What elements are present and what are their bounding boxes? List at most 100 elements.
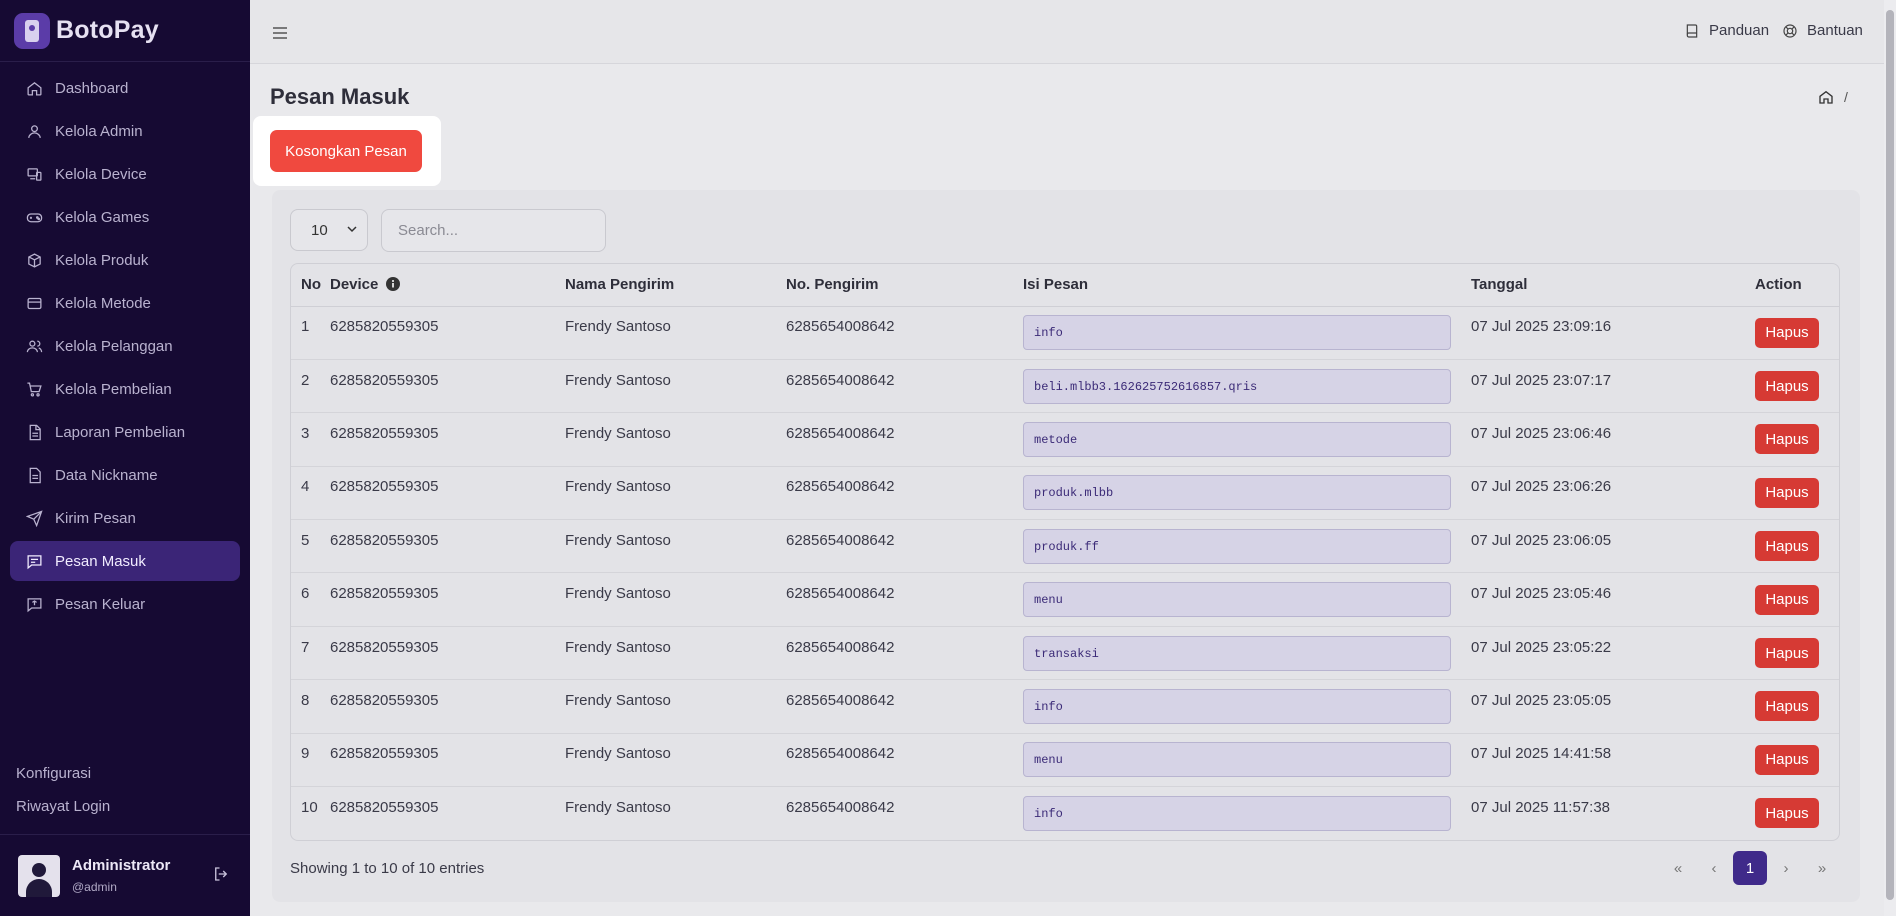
table-row: 7 6285820559305 Frendy Santoso 628565400864… bbox=[291, 626, 1839, 681]
cell-no: 6 bbox=[291, 572, 330, 627]
pager-prev[interactable]: ‹ bbox=[1697, 851, 1731, 885]
sidebar-item-label: Kelola Produk bbox=[55, 251, 149, 269]
sender-name: Frendy Santoso bbox=[565, 638, 671, 656]
pager-first[interactable]: « bbox=[1661, 851, 1695, 885]
cell-action: Hapus bbox=[1755, 679, 1839, 734]
konfigurasi-link[interactable]: Konfigurasi bbox=[16, 764, 110, 797]
hapus-button[interactable]: Hapus bbox=[1755, 638, 1819, 669]
brand-logo-icon bbox=[14, 12, 50, 49]
avatar[interactable] bbox=[18, 854, 60, 897]
sender-number: 6285654008642 bbox=[786, 798, 895, 816]
logout-icon[interactable] bbox=[212, 865, 230, 883]
home-icon[interactable] bbox=[1818, 89, 1834, 105]
info-icon[interactable] bbox=[386, 277, 401, 292]
credit-card-icon bbox=[27, 297, 42, 309]
col-nama-pengirim[interactable]: Nama Pengirim bbox=[565, 264, 786, 307]
sender-number: 6285654008642 bbox=[786, 424, 895, 442]
sidebar-item-kelola-metode[interactable]: Kelola Metode bbox=[10, 283, 240, 323]
pager-current[interactable]: 1 bbox=[1733, 851, 1767, 885]
device-number: 6285820559305 bbox=[330, 798, 439, 816]
kosongkan-pesan-button[interactable]: Kosongkan Pesan bbox=[270, 130, 422, 172]
cell-nomor: 6285654008642 bbox=[786, 412, 1023, 467]
row-number: 8 bbox=[301, 691, 310, 709]
panduan-link[interactable]: Panduan bbox=[1684, 22, 1769, 39]
sidebar-item-kelola-games[interactable]: Kelola Games bbox=[10, 197, 240, 237]
sidebar-item-kirim-pesan[interactable]: Kirim Pesan bbox=[10, 498, 240, 538]
cell-action: Hapus bbox=[1755, 306, 1839, 360]
pager-next[interactable]: › bbox=[1769, 851, 1803, 885]
sender-name: Frendy Santoso bbox=[565, 371, 671, 389]
cell-nomor: 6285654008642 bbox=[786, 519, 1023, 574]
cell-tanggal: 07 Jul 2025 23:06:26 bbox=[1471, 466, 1755, 521]
col-no-pengirim[interactable]: No. Pengirim bbox=[786, 264, 1023, 307]
hapus-button[interactable]: Hapus bbox=[1755, 798, 1819, 829]
page-length-select[interactable]: 10 bbox=[290, 209, 368, 251]
sender-number: 6285654008642 bbox=[786, 531, 895, 549]
sidebar-item-pesan-keluar[interactable]: Pesan Keluar bbox=[10, 584, 240, 624]
cell-tanggal: 07 Jul 2025 23:06:46 bbox=[1471, 412, 1755, 467]
message-date: 07 Jul 2025 11:57:38 bbox=[1471, 798, 1611, 816]
user-handle: @admin bbox=[72, 880, 117, 894]
sidebar-item-data-nickname[interactable]: Data Nickname bbox=[10, 455, 240, 495]
sidebar-item-kelola-pembelian[interactable]: Kelola Pembelian bbox=[10, 369, 240, 409]
sidebar-item-kelola-pelanggan[interactable]: Kelola Pelanggan bbox=[10, 326, 240, 366]
cell-device: 6285820559305 bbox=[330, 626, 565, 681]
search-input[interactable] bbox=[381, 209, 606, 252]
document-icon bbox=[29, 467, 41, 483]
table-row: 1 6285820559305 Frendy Santoso 628565400864… bbox=[291, 306, 1839, 360]
menu-toggle-icon[interactable] bbox=[272, 26, 288, 40]
row-number: 10 bbox=[301, 798, 318, 816]
cell-device: 6285820559305 bbox=[330, 412, 565, 467]
col-isi-pesan[interactable]: Isi Pesan bbox=[1023, 264, 1471, 307]
cell-nomor: 6285654008642 bbox=[786, 572, 1023, 627]
table-row: 6 6285820559305 Frendy Santoso 628565400864… bbox=[291, 572, 1839, 627]
cell-no: 3 bbox=[291, 412, 330, 467]
sidebar-item-laporan-pembelian[interactable]: Laporan Pembelian bbox=[10, 412, 240, 452]
hapus-button[interactable]: Hapus bbox=[1755, 424, 1819, 455]
cell-device: 6285820559305 bbox=[330, 519, 565, 574]
hapus-button[interactable]: Hapus bbox=[1755, 371, 1819, 402]
hapus-button[interactable]: Hapus bbox=[1755, 584, 1819, 615]
bantuan-link[interactable]: Bantuan bbox=[1782, 22, 1863, 39]
chevron-down-icon bbox=[347, 226, 357, 233]
sidebar-item-label: Dashboard bbox=[55, 79, 129, 97]
col-no[interactable]: No bbox=[291, 264, 330, 307]
col-device-label: Device bbox=[330, 276, 379, 294]
riwayat-login-link[interactable]: Riwayat Login bbox=[16, 797, 110, 830]
scrollbar-thumb[interactable] bbox=[1886, 10, 1894, 900]
sender-name: Frendy Santoso bbox=[565, 478, 671, 496]
hapus-button[interactable]: Hapus bbox=[1755, 317, 1819, 348]
sidebar-item-label: Kelola Pembelian bbox=[55, 380, 172, 398]
sidebar-item-kelola-device[interactable]: Kelola Device bbox=[10, 154, 240, 194]
cart-icon bbox=[27, 381, 42, 397]
sender-name: Frendy Santoso bbox=[565, 691, 671, 709]
cell-nama: Frendy Santoso bbox=[565, 572, 786, 627]
brand[interactable]: BotoPay bbox=[0, 0, 250, 62]
cell-action: Hapus bbox=[1755, 626, 1839, 681]
sidebar-item-kelola-produk[interactable]: Kelola Produk bbox=[10, 240, 240, 280]
message-date: 07 Jul 2025 23:05:46 bbox=[1471, 585, 1612, 603]
device-number: 6285820559305 bbox=[330, 585, 439, 603]
sender-name: Frendy Santoso bbox=[565, 585, 671, 603]
table-header-row: No Device Nama Pengirim No. Pengirim Isi… bbox=[291, 264, 1839, 307]
col-tanggal[interactable]: Tanggal bbox=[1471, 264, 1755, 307]
hapus-button[interactable]: Hapus bbox=[1755, 744, 1819, 775]
message-date: 07 Jul 2025 23:06:05 bbox=[1471, 531, 1612, 549]
cell-isi: metode bbox=[1023, 412, 1471, 467]
col-device[interactable]: Device bbox=[330, 264, 565, 307]
sidebar-item-dashboard[interactable]: Dashboard bbox=[10, 68, 240, 108]
cell-nama: Frendy Santoso bbox=[565, 466, 786, 521]
cell-nama: Frendy Santoso bbox=[565, 679, 786, 734]
bantuan-label: Bantuan bbox=[1807, 22, 1863, 39]
sidebar-item-kelola-admin[interactable]: Kelola Admin bbox=[10, 111, 240, 151]
hapus-button[interactable]: Hapus bbox=[1755, 691, 1819, 722]
sender-number: 6285654008642 bbox=[786, 745, 895, 763]
pager-last[interactable]: » bbox=[1805, 851, 1839, 885]
sidebar-item-pesan-masuk[interactable]: Pesan Masuk bbox=[10, 541, 240, 581]
cell-device: 6285820559305 bbox=[330, 572, 565, 627]
cell-nomor: 6285654008642 bbox=[786, 679, 1023, 734]
cell-device: 6285820559305 bbox=[330, 466, 565, 521]
device-number: 6285820559305 bbox=[330, 478, 439, 496]
hapus-button[interactable]: Hapus bbox=[1755, 477, 1819, 508]
hapus-button[interactable]: Hapus bbox=[1755, 531, 1819, 562]
